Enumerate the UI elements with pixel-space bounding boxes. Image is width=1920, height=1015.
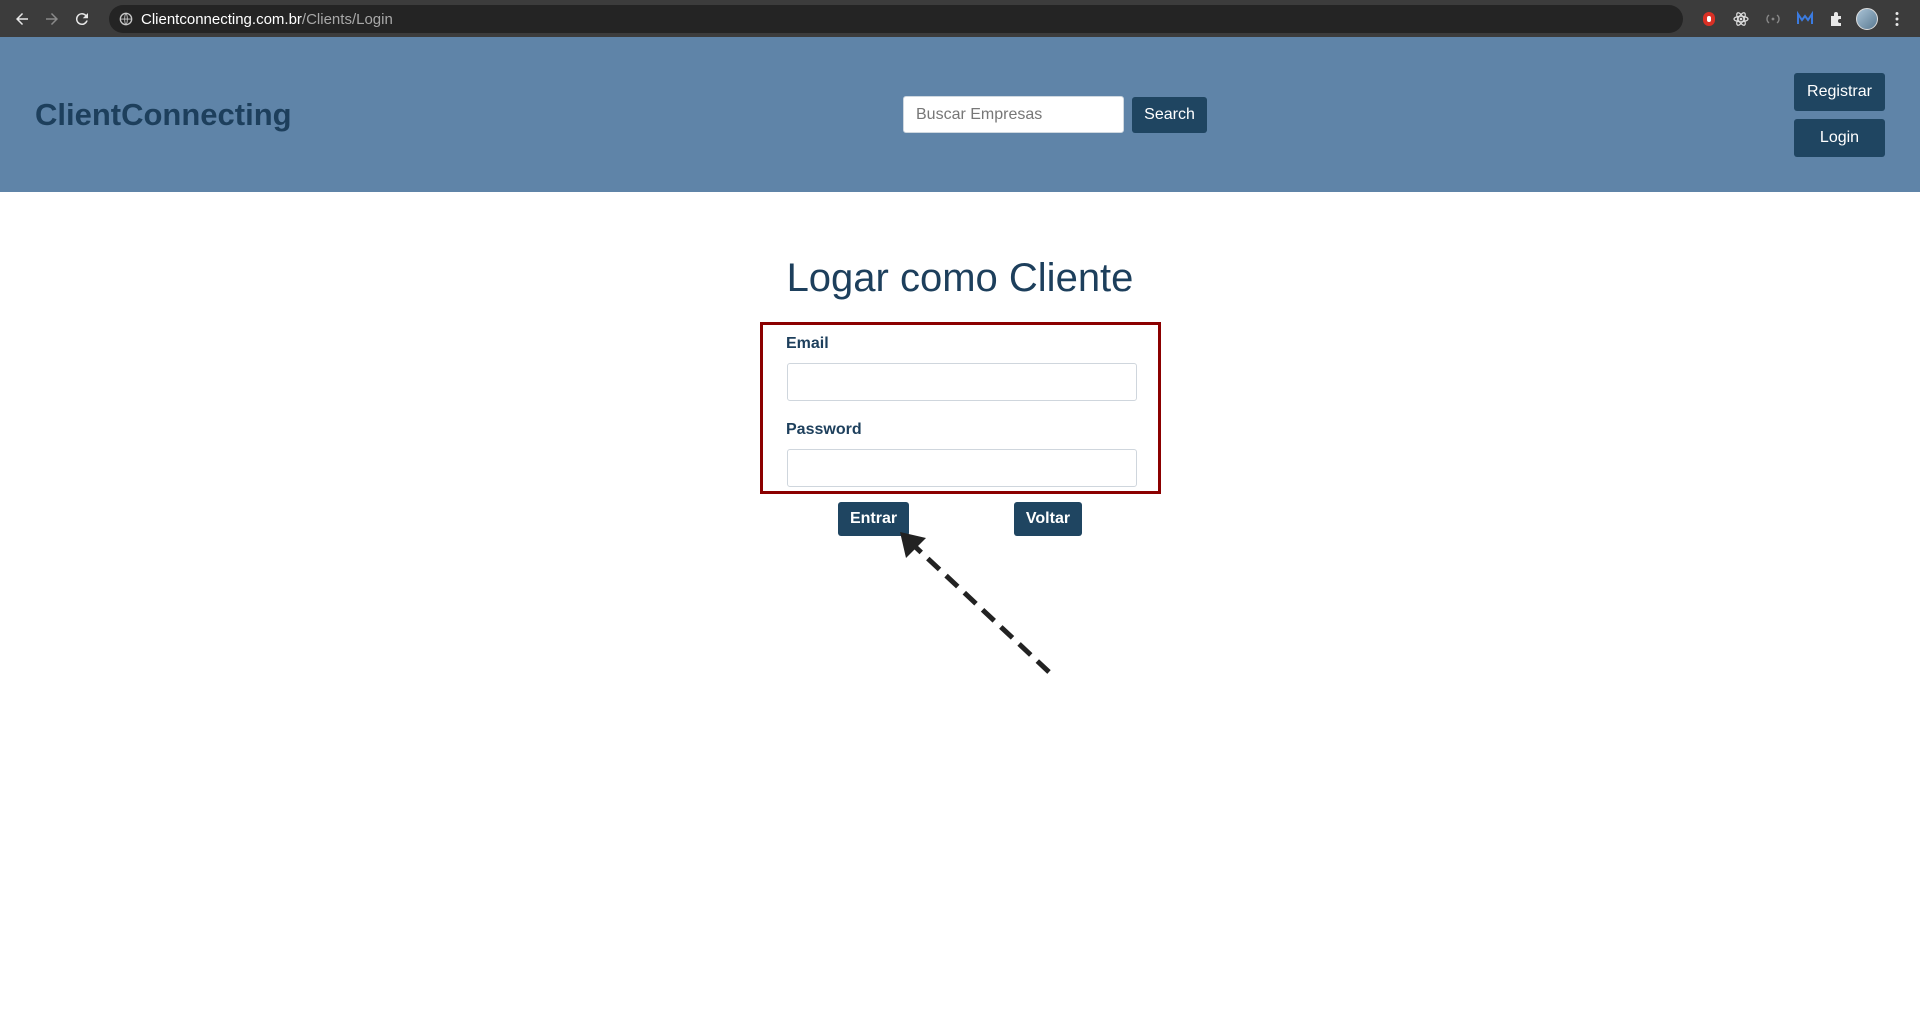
arrow-right-icon: [46, 12, 58, 25]
search-input[interactable]: [903, 96, 1124, 133]
email-label: Email: [786, 335, 829, 352]
page-title: Logar como Cliente: [786, 256, 1134, 300]
site-info-icon[interactable]: [119, 12, 133, 26]
dashed-arrow-annotation: [900, 532, 1051, 674]
back-button[interactable]: [7, 4, 37, 34]
address-bar[interactable]: Clientconnecting.com.br/Clients/Login: [109, 5, 1683, 33]
kebab-menu-icon[interactable]: [1884, 6, 1910, 32]
search-button[interactable]: Search: [1132, 97, 1207, 133]
browser-toolbar: Clientconnecting.com.br/Clients/Login: [0, 0, 1920, 37]
url-domain: Clientconnecting.com.br: [141, 10, 302, 28]
login-button[interactable]: Login: [1794, 119, 1885, 157]
arrow-left-icon: [16, 12, 28, 25]
site-header: ClientConnecting Search Registrar Login: [0, 37, 1920, 192]
react-devtools-icon[interactable]: [1728, 6, 1754, 32]
url-path: /Clients/Login: [301, 10, 393, 28]
password-label: Password: [786, 421, 862, 438]
reload-button[interactable]: [67, 4, 97, 34]
extension-red-icon[interactable]: [1696, 6, 1722, 32]
password-field[interactable]: [787, 449, 1137, 487]
email-field[interactable]: [787, 363, 1137, 401]
broadcast-icon[interactable]: [1760, 6, 1786, 32]
reload-icon: [75, 12, 88, 25]
forward-button[interactable]: [37, 4, 67, 34]
extension-m-icon[interactable]: [1792, 6, 1818, 32]
login-form-highlight: Email Password: [760, 322, 1161, 494]
puzzle-icon[interactable]: [1824, 6, 1850, 32]
brand-logo[interactable]: ClientConnecting: [35, 97, 292, 133]
extensions-area: [1696, 0, 1920, 37]
register-button[interactable]: Registrar: [1794, 73, 1885, 111]
profile-avatar[interactable]: [1856, 7, 1878, 30]
